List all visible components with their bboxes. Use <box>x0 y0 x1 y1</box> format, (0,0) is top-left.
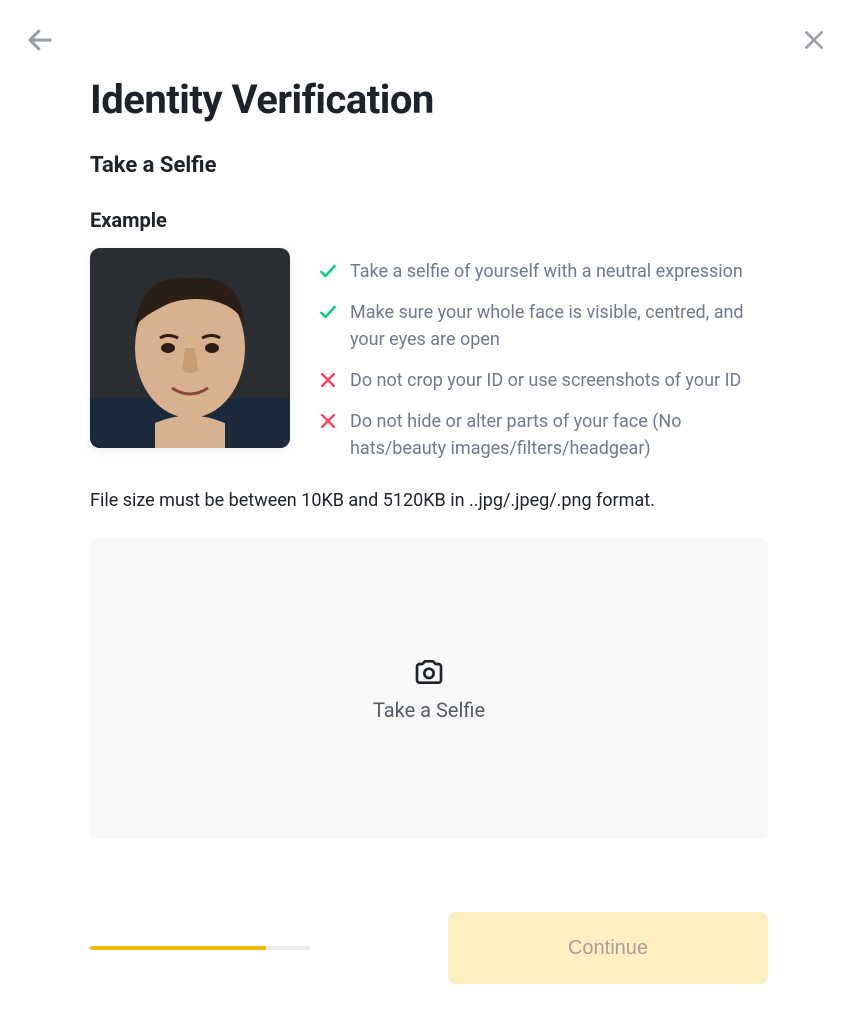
rules-list: Take a selfie of yourself with a neutral… <box>318 248 768 462</box>
example-label: Example <box>90 208 768 232</box>
cross-icon <box>318 411 338 431</box>
close-icon <box>801 27 827 53</box>
rule-text: Make sure your whole face is visible, ce… <box>350 299 768 353</box>
rule-text: Do not crop your ID or use screenshots o… <box>350 367 741 394</box>
rule-item: Take a selfie of yourself with a neutral… <box>318 258 768 285</box>
rule-text: Take a selfie of yourself with a neutral… <box>350 258 743 285</box>
rule-item: Do not hide or alter parts of your face … <box>318 408 768 462</box>
step-subheading: Take a Selfie <box>90 153 768 178</box>
file-size-note: File size must be between 10KB and 5120K… <box>90 490 768 511</box>
close-button[interactable] <box>798 24 830 56</box>
face-placeholder-icon <box>90 248 290 448</box>
take-selfie-area[interactable]: Take a Selfie <box>90 539 768 839</box>
rule-item: Do not crop your ID or use screenshots o… <box>318 367 768 394</box>
arrow-left-icon <box>25 25 55 55</box>
progress-bar <box>90 946 310 950</box>
check-icon <box>318 302 338 322</box>
example-selfie-image <box>90 248 290 448</box>
progress-fill <box>90 946 266 950</box>
page-title: Identity Verification <box>90 76 768 123</box>
continue-button[interactable]: Continue <box>448 912 768 984</box>
take-selfie-label: Take a Selfie <box>373 698 485 722</box>
cross-icon <box>318 370 338 390</box>
camera-icon <box>413 656 445 688</box>
check-icon <box>318 261 338 281</box>
back-button[interactable] <box>24 24 56 56</box>
rule-text: Do not hide or alter parts of your face … <box>350 408 768 462</box>
rule-item: Make sure your whole face is visible, ce… <box>318 299 768 353</box>
